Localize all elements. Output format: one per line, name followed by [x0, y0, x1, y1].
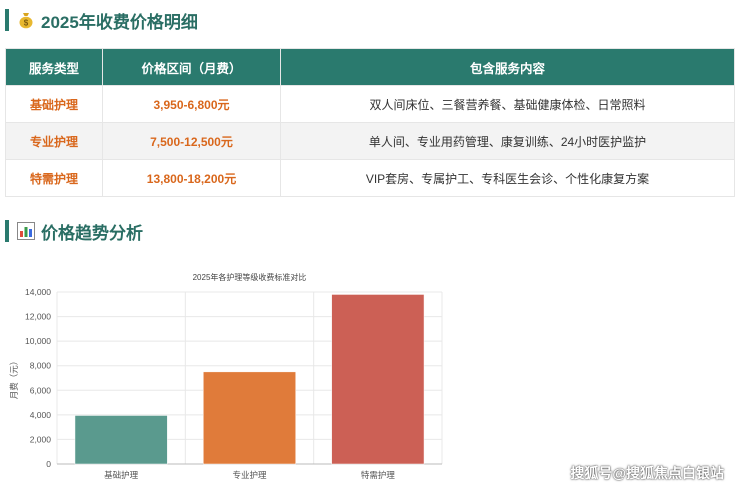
table-row: 基础护理 3,950-6,800元 双人间床位、三餐营养餐、基础健康体检、日常照…: [5, 85, 735, 123]
section-heading-price: $ 2025年收费价格明细: [5, 8, 198, 32]
svg-text:$: $: [24, 19, 29, 28]
price-cell: 13,800-18,200元: [102, 159, 281, 197]
watermark: 搜狐号@搜狐焦点白银站: [570, 465, 724, 481]
y-tick-label: 2,000: [30, 434, 52, 444]
service-type-cell: 专业护理: [5, 122, 103, 160]
y-tick-label: 10,000: [25, 336, 51, 346]
x-tick-label: 基础护理: [104, 470, 139, 480]
y-tick-label: 14,000: [25, 287, 51, 297]
table-header-row: 服务类型 价格区间（月费） 包含服务内容: [5, 48, 735, 86]
price-cell: 3,950-6,800元: [102, 85, 281, 123]
section-heading-trend: 价格趋势分析: [5, 219, 143, 243]
chart-canvas: 2025年各护理等级收费标准对比 0 2,000 4,000 6,000 8,000 10,…: [9, 272, 443, 480]
bar-chart-icon: [17, 222, 35, 240]
table-row: 专业护理 7,500-12,500元 单人间、专业用药管理、康复训练、24小时医…: [5, 122, 735, 160]
x-tick-label: 专业护理: [232, 470, 267, 480]
bar: [74, 415, 168, 465]
services-cell: VIP套房、专属护工、专科医生会诊、个性化康复方案: [280, 159, 735, 197]
price-comparison-chart: 2025年各护理等级收费标准对比 0 2,000 4,000 6,000 8,000 10,…: [5, 262, 445, 490]
x-tick-label: 特需护理: [361, 470, 396, 480]
column-header: 价格区间（月费）: [102, 48, 281, 86]
price-table: 服务类型 价格区间（月费） 包含服务内容 基础护理 3,950-6,800元 双…: [5, 48, 735, 197]
bar: [331, 294, 425, 465]
table-row: 特需护理 13,800-18,200元 VIP套房、专属护工、专科医生会诊、个性…: [5, 159, 735, 197]
heading-accent-bar: [5, 220, 9, 242]
page-title: 2025年收费价格明细: [41, 12, 198, 32]
y-tick-label: 0: [46, 459, 51, 469]
chart-title: 2025年各护理等级收费标准对比: [193, 272, 307, 282]
y-tick-label: 6,000: [30, 385, 52, 395]
service-type-cell: 基础护理: [5, 85, 103, 123]
bar: [203, 371, 296, 465]
services-cell: 双人间床位、三餐营养餐、基础健康体检、日常照料: [280, 85, 735, 123]
y-axis-label: 月费（元）: [9, 357, 19, 400]
heading-accent-bar: [5, 9, 9, 31]
column-header: 包含服务内容: [280, 48, 735, 86]
column-header: 服务类型: [5, 48, 103, 86]
service-type-cell: 特需护理: [5, 159, 103, 197]
y-tick-label: 12,000: [25, 312, 51, 322]
section-title: 价格趋势分析: [41, 223, 143, 243]
price-cell: 7,500-12,500元: [102, 122, 281, 160]
y-tick-label: 4,000: [30, 410, 52, 420]
services-cell: 单人间、专业用药管理、康复训练、24小时医护监护: [280, 122, 735, 160]
money-bag-icon: $: [19, 13, 33, 29]
y-tick-label: 8,000: [30, 361, 52, 371]
